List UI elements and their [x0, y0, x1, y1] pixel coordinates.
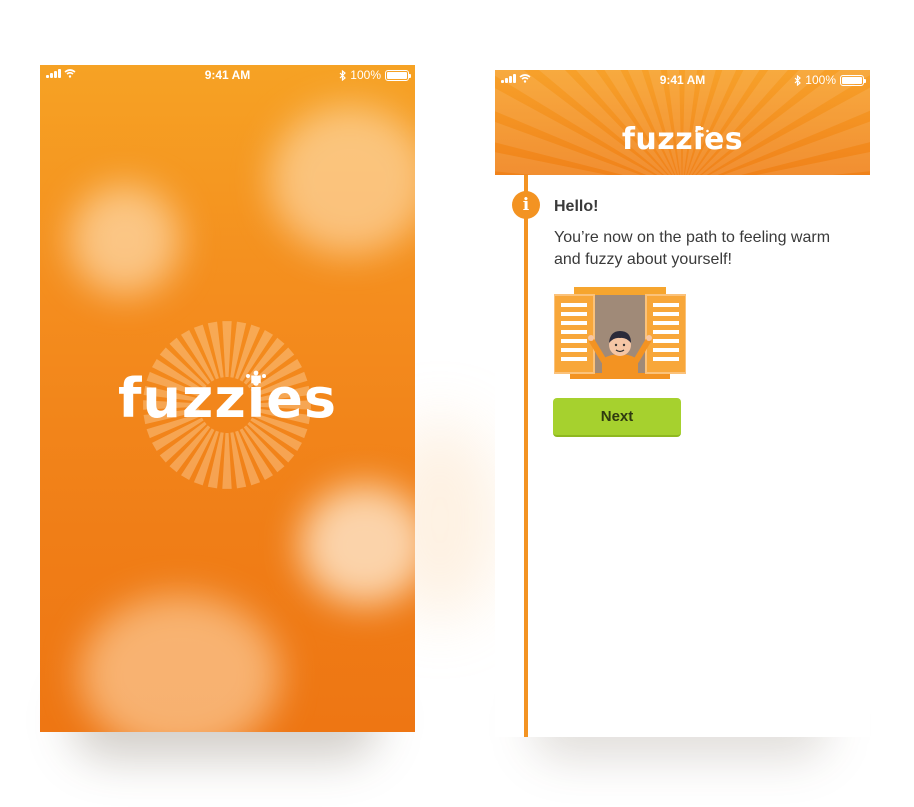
- status-bar: 9:41 AM 100%: [495, 70, 870, 90]
- sparkle-icon: [246, 370, 266, 386]
- message-body: You’re now on the path to feeling warm a…: [554, 229, 831, 268]
- splash-logo-area: fuzzies: [40, 315, 415, 495]
- timeline-line: [524, 175, 528, 737]
- battery-icon: [385, 69, 411, 81]
- bokeh-light: [270, 105, 415, 255]
- bokeh-light: [70, 185, 180, 295]
- battery-percent: 100%: [805, 73, 836, 87]
- status-right: 100%: [794, 73, 866, 87]
- next-button[interactable]: Next: [553, 398, 681, 437]
- battery-icon: [840, 74, 866, 86]
- status-bar: 9:41 AM 100%: [40, 65, 415, 85]
- splash-screen: 9:41 AM 100% fuzzies: [40, 65, 415, 732]
- battery-percent: 100%: [350, 68, 381, 82]
- app-header: 9:41 AM 100% fuzzies: [495, 70, 870, 175]
- bluetooth-icon: [794, 74, 802, 86]
- bokeh-light: [80, 595, 280, 732]
- status-right: 100%: [339, 68, 411, 82]
- sunburst-ray: [222, 432, 232, 489]
- bluetooth-icon: [339, 69, 347, 81]
- window-illustration: [554, 287, 686, 379]
- message-title: Hello!: [554, 198, 599, 215]
- info-icon: i: [512, 191, 540, 219]
- splash-logo: fuzzies: [117, 367, 338, 430]
- bokeh-light: [300, 485, 415, 605]
- sparkle-icon: [695, 127, 709, 137]
- header-logo: fuzzies: [621, 122, 744, 157]
- onboarding-screen: 9:41 AM 100% fuzzies i Hello! You’re now…: [495, 70, 870, 737]
